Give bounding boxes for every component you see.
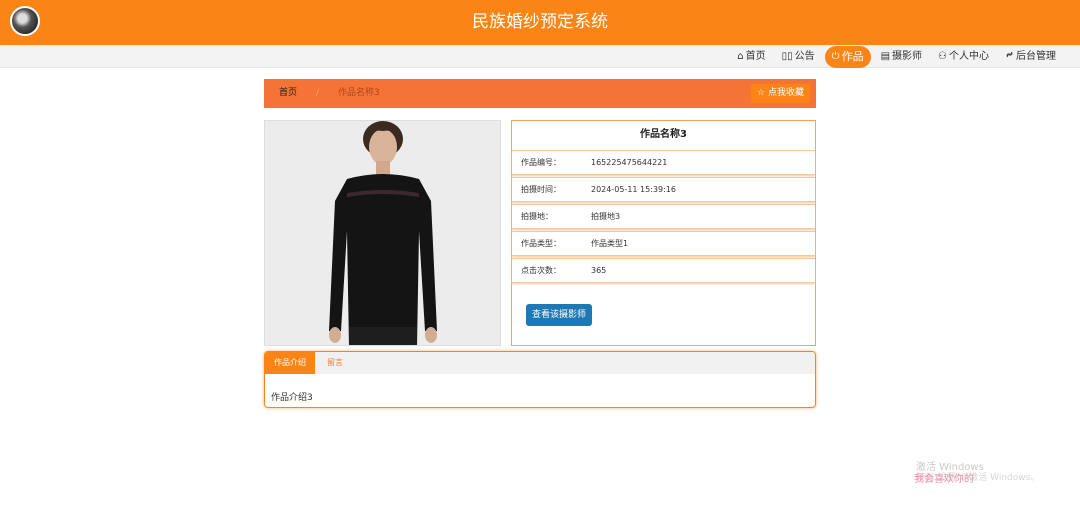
detail-tabs: 作品介绍 留言 作品介绍3 [264, 351, 816, 408]
nav-item-photographer[interactable]: ▤ 摄影师 [875, 46, 928, 68]
user-icon: ⚇ [938, 50, 947, 62]
info-label: 作品编号： [521, 158, 561, 167]
info-row-location: 拍摄地： 拍摄地3 [512, 204, 815, 229]
site-title: 民族婚纱预定系统 [472, 12, 608, 32]
nav-item-label: 作品 [841, 49, 864, 63]
breadcrumb: 首页 / 作品名称3 ☆ 点我收藏 [264, 79, 816, 108]
info-value: 365 [591, 266, 607, 275]
work-photo [264, 120, 501, 346]
notice-icon: ▯▯ [781, 50, 793, 62]
info-value: 2024-05-11 15:39:16 [591, 185, 676, 194]
info-label: 拍摄时间： [521, 185, 561, 194]
nav-item-label: 摄影师 [892, 50, 923, 62]
nav-item-label: 首页 [745, 50, 766, 62]
nav-item-works[interactable]: ⏻ 作品 [824, 45, 871, 68]
nav-bar: ⌂ 首页 ▯▯ 公告 ⏻ 作品 ▤ 摄影师 ⚇ 个人中心 后台管理 [0, 45, 1080, 68]
overlay-stamp-text: 我会喜欢你的 [914, 474, 974, 485]
nav-item-label: 个人中心 [949, 50, 989, 62]
power-icon: ⏻ [831, 50, 840, 62]
info-label: 点击次数： [521, 266, 561, 275]
breadcrumb-home-link[interactable]: 首页 [279, 79, 297, 108]
info-row-id: 作品编号： 165225475644221 [512, 150, 815, 175]
info-row-type: 作品类型： 作品类型1 [512, 231, 815, 256]
work-info-panel: 作品名称3 作品编号： 165225475644221 拍摄时间： 2024-0… [511, 120, 816, 346]
info-row-clicks: 点击次数： 365 [512, 258, 815, 283]
nav-item-admin[interactable]: 后台管理 [999, 46, 1062, 68]
info-label: 作品类型： [521, 239, 561, 248]
breadcrumb-current: 作品名称3 [338, 88, 380, 98]
nav-item-notice[interactable]: ▯▯ 公告 [776, 46, 821, 68]
intro-content: 作品介绍3 [271, 393, 313, 403]
tab-bar: 作品介绍 留言 [265, 352, 815, 374]
info-value: 165225475644221 [591, 158, 668, 167]
nav-item-label: 后台管理 [1016, 50, 1056, 62]
tab-comments[interactable]: 留言 [315, 352, 355, 374]
breadcrumb-separator: / [316, 88, 320, 98]
nav-item-label: 公告 [794, 50, 815, 62]
info-value: 拍摄地3 [591, 212, 621, 221]
work-title: 作品名称3 [640, 129, 687, 140]
home-icon: ⌂ [737, 50, 744, 62]
main-nav: ⌂ 首页 ▯▯ 公告 ⏻ 作品 ▤ 摄影师 ⚇ 个人中心 后台管理 [731, 45, 1062, 68]
favorite-label: 点我收藏 [767, 88, 804, 98]
info-row-shoot-time: 拍摄时间： 2024-05-11 15:39:16 [512, 177, 815, 202]
camera-icon: ▤ [880, 50, 891, 62]
link-icon [1005, 46, 1014, 68]
top-header: 民族婚纱预定系统 [0, 0, 1080, 45]
nav-item-home[interactable]: ⌂ 首页 [731, 46, 771, 68]
star-icon: ☆ [756, 88, 765, 98]
info-label: 拍摄地： [521, 212, 553, 221]
tab-intro[interactable]: 作品介绍 [265, 352, 315, 374]
nav-item-user-center[interactable]: ⚇ 个人中心 [932, 46, 995, 68]
info-value: 作品类型1 [591, 239, 629, 248]
view-photographer-button[interactable]: 查看该摄影师 [526, 304, 593, 326]
favorite-button[interactable]: ☆ 点我收藏 [750, 84, 810, 103]
